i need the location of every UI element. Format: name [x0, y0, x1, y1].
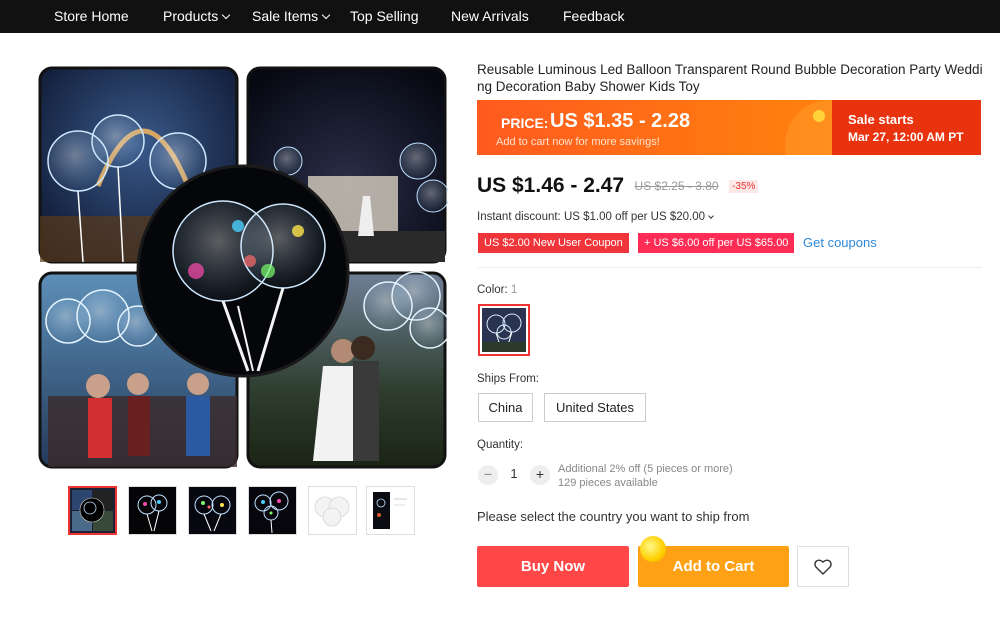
nav-sale-items-label: Sale Items: [252, 8, 319, 24]
ship-from-china[interactable]: China: [478, 393, 533, 422]
nav-feedback[interactable]: Feedback: [563, 0, 624, 33]
quantity-value[interactable]: 1: [505, 466, 523, 481]
nav-new-arrivals[interactable]: New Arrivals: [451, 0, 529, 33]
stock-available-note: 129 pieces available: [558, 477, 658, 489]
product-title-line-1: Reusable Luminous Led Balloon Transparen…: [477, 62, 983, 77]
banner-price-label: PRICE:: [501, 115, 549, 131]
product-main-image[interactable]: [38, 66, 448, 469]
thumbnail-4[interactable]: [248, 486, 297, 535]
buy-now-button[interactable]: Buy Now: [477, 546, 629, 587]
instant-discount-text: Instant discount: US $1.00 off per US $2…: [477, 211, 706, 223]
cart-sparkle-icon: [640, 536, 666, 562]
banner-decoration-dot: [813, 110, 825, 122]
color-label: Color: 1: [477, 284, 517, 296]
product-title: Reusable Luminous Led Balloon Transparen…: [477, 61, 987, 95]
color-label-text: Color:: [477, 284, 508, 296]
sale-start-title: Sale starts: [848, 112, 914, 127]
color-option-1[interactable]: [478, 304, 530, 356]
ships-from-label: Ships From:: [477, 373, 539, 385]
discount-badge: -35%: [729, 179, 759, 193]
quantity-increase-button[interactable]: +: [530, 465, 550, 485]
nav-products-label: Products: [163, 8, 219, 24]
original-price: US $2.25 - 3.80: [634, 179, 719, 193]
instant-discount[interactable]: Instant discount: US $1.00 off per US $2…: [477, 211, 714, 223]
quantity-note: Additional 2% off (5 pieces or more) 129…: [558, 462, 733, 490]
store-top-nav: Store Home Products Sale Items Top Selli…: [0, 0, 1000, 33]
nav-store-home[interactable]: Store Home: [54, 0, 129, 33]
banner-subtitle: Add to cart now for more savings!: [496, 136, 660, 148]
sale-price-banner: PRICE: US $1.35 - 2.28 Add to cart now f…: [477, 100, 981, 155]
heart-icon: [814, 559, 832, 575]
thumbnail-5[interactable]: [308, 486, 357, 535]
ship-country-notice: Please select the country you want to sh…: [477, 509, 750, 524]
bulk-discount-note: Additional 2% off (5 pieces or more): [558, 463, 733, 475]
ship-from-united-states[interactable]: United States: [544, 393, 646, 422]
nav-products[interactable]: Products: [163, 0, 231, 33]
banner-price-value: US $1.35 - 2.28: [550, 110, 691, 132]
thumbnail-2[interactable]: [128, 486, 177, 535]
store-coupon[interactable]: + US $6.00 off per US $65.00: [638, 233, 795, 253]
chevron-down-icon: [708, 213, 714, 219]
chevron-down-icon: [321, 10, 331, 20]
get-coupons-link[interactable]: Get coupons: [803, 235, 877, 250]
quantity-label: Quantity:: [477, 439, 524, 451]
wishlist-button[interactable]: [797, 546, 849, 587]
nav-top-selling[interactable]: Top Selling: [350, 0, 419, 33]
thumbnail-1[interactable]: [68, 486, 117, 535]
section-divider: [477, 267, 982, 268]
sale-start-panel: Sale starts Mar 27, 12:00 AM PT: [832, 100, 981, 155]
thumbnail-6[interactable]: [366, 486, 415, 535]
quantity-decrease-button[interactable]: −: [478, 465, 498, 485]
color-selected-count: 1: [510, 284, 518, 296]
current-price: US $1.46 - 2.47: [477, 174, 625, 197]
nav-sale-items[interactable]: Sale Items: [252, 0, 331, 33]
price-row: US $1.46 - 2.47 US $2.25 - 3.80 -35%: [477, 174, 759, 198]
product-title-line-2: ng Decoration Baby Shower Kids Toy: [477, 79, 700, 94]
thumbnail-3[interactable]: [188, 486, 237, 535]
sale-start-date: Mar 27, 12:00 AM PT: [848, 130, 964, 144]
new-user-coupon[interactable]: US $2.00 New User Coupon: [478, 233, 629, 253]
chevron-down-icon: [222, 10, 231, 20]
